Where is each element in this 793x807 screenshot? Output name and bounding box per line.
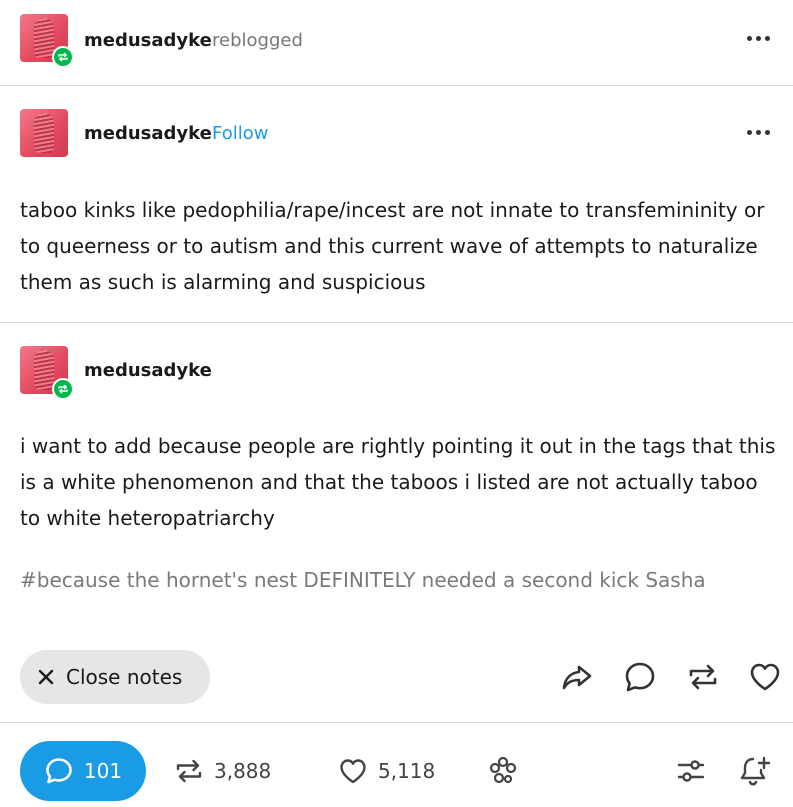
reblog-icon: [176, 759, 202, 783]
reply-icon: [625, 662, 655, 692]
divider: [0, 85, 793, 86]
addition-post-text: i want to add because people are rightly…: [20, 434, 776, 530]
likes-count: 5,118: [378, 759, 436, 783]
more-icon[interactable]: [742, 122, 774, 142]
close-notes-label: Close notes: [66, 665, 183, 689]
likes-stat[interactable]: 5,118: [338, 752, 435, 790]
replies-count: 101: [83, 759, 123, 783]
reblog-icon: [689, 664, 717, 690]
share-button[interactable]: [558, 658, 596, 696]
reblogger-username[interactable]: medusadyke: [84, 30, 212, 51]
like-button[interactable]: [746, 658, 784, 696]
filter-icon: [677, 760, 705, 782]
follow-button[interactable]: Follow: [212, 123, 268, 144]
reblog-badge-icon: [52, 378, 74, 400]
more-icon[interactable]: [742, 28, 774, 48]
bell-plus-icon: [740, 756, 771, 786]
divider: [0, 322, 793, 323]
comment-bubble-icon: [46, 758, 72, 784]
reblogged-label: reblogged: [212, 30, 303, 51]
divider: [0, 722, 793, 723]
reblog-button[interactable]: [684, 658, 722, 696]
filter-button[interactable]: [672, 752, 710, 790]
reblog-badge-icon: [52, 46, 74, 68]
reblogs-count: 3,888: [214, 759, 272, 783]
addition-username[interactable]: medusadyke: [84, 360, 212, 381]
original-username[interactable]: medusadyke: [84, 123, 212, 144]
post-tag[interactable]: #because the hornet's nest DEFINITELY ne…: [20, 568, 706, 592]
community-button[interactable]: [484, 752, 522, 790]
like-icon: [750, 663, 780, 691]
like-icon: [340, 759, 366, 784]
community-icon: [489, 756, 517, 784]
original-avatar[interactable]: [20, 109, 68, 157]
replies-button[interactable]: 101: [20, 741, 146, 801]
notify-button[interactable]: [736, 752, 774, 790]
share-icon: [562, 665, 592, 690]
close-icon: [38, 669, 54, 685]
original-post-text: taboo kinks like pedophilia/rape/incest …: [20, 198, 765, 294]
close-notes-button[interactable]: Close notes: [20, 650, 210, 704]
reply-button[interactable]: [621, 658, 659, 696]
reblogs-stat[interactable]: 3,888: [174, 752, 271, 790]
